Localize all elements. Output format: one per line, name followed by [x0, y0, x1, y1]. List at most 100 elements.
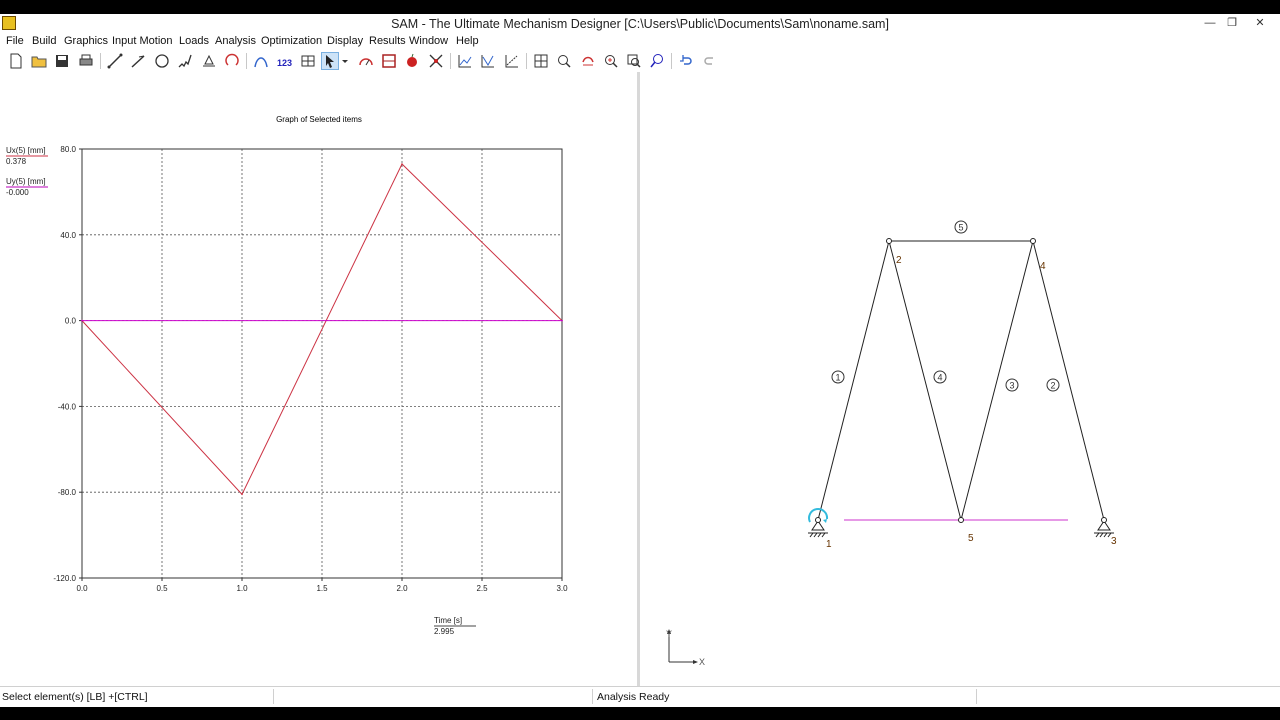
- axis-x-label: X: [699, 657, 705, 667]
- svg-text:3: 3: [1009, 381, 1014, 391]
- node-2[interactable]: [886, 238, 892, 244]
- menu-loads[interactable]: Loads: [179, 35, 209, 47]
- graph-pane[interactable]: Graph of Selected items Ux(5) [mm] 0.378…: [0, 72, 638, 686]
- grid-icon[interactable]: [299, 52, 317, 70]
- element-label-1: 1: [831, 370, 845, 384]
- support-node-1[interactable]: [808, 520, 828, 538]
- open-folder-icon[interactable]: [30, 52, 48, 70]
- zoom-window-icon[interactable]: [625, 52, 643, 70]
- apple-icon[interactable]: [403, 52, 421, 70]
- element-label-3: 3: [1005, 378, 1019, 392]
- mechanism-canvas: 1 2 3 4 5 5 1 4 3 2 Y X: [666, 220, 1117, 667]
- node-1[interactable]: [815, 517, 821, 523]
- support-icon[interactable]: [200, 52, 218, 70]
- legend-value-ux: 0.378: [6, 157, 27, 166]
- y-tick-label: 80.0: [60, 145, 76, 154]
- node-label-1: 1: [826, 539, 832, 550]
- menu-analysis[interactable]: Analysis: [215, 35, 256, 47]
- y-tick-label: -80.0: [58, 488, 77, 497]
- menu-build[interactable]: Build: [32, 35, 56, 47]
- status-analysis: Analysis Ready: [597, 691, 670, 703]
- element-4[interactable]: [888, 240, 962, 521]
- x-readout: Time [s] 2.995: [434, 616, 476, 636]
- x-tick-label: 0.5: [156, 584, 168, 593]
- zoom-in-icon[interactable]: [602, 52, 620, 70]
- dropdown-icon[interactable]: [340, 52, 350, 70]
- menu-graphics[interactable]: Graphics: [64, 35, 108, 47]
- svg-text:123: 123: [277, 58, 292, 68]
- new-file-icon[interactable]: [7, 52, 25, 70]
- menu-file[interactable]: File: [6, 35, 24, 47]
- data-point: [561, 319, 563, 322]
- node-label-5: 5: [968, 533, 974, 544]
- status-hint: Select element(s) [LB] +[CTRL]: [2, 691, 148, 703]
- spring-element-icon[interactable]: [176, 52, 194, 70]
- node-5[interactable]: [958, 517, 964, 523]
- svg-text:4: 4: [937, 373, 942, 383]
- app-window: SAM - The Ultimate Mechanism Designer [C…: [0, 14, 1280, 707]
- node-label-4: 4: [1040, 261, 1046, 272]
- undo-icon[interactable]: [677, 52, 695, 70]
- menu-help[interactable]: Help: [456, 35, 479, 47]
- windmill-icon[interactable]: [427, 52, 445, 70]
- zoom-all-icon[interactable]: [648, 52, 666, 70]
- svg-text:2: 2: [1050, 381, 1055, 391]
- line-element-icon[interactable]: [106, 52, 124, 70]
- window-title: SAM - The Ultimate Mechanism Designer [C…: [391, 17, 889, 31]
- title-bar: SAM - The Ultimate Mechanism Designer [C…: [0, 14, 1280, 35]
- y-tick-label: -120.0: [53, 574, 76, 583]
- element-label-5: 5: [954, 220, 968, 234]
- chart-title: Graph of Selected items: [276, 115, 362, 124]
- restore-button[interactable]: ❐: [1218, 14, 1246, 33]
- zoom-out-icon[interactable]: [555, 52, 573, 70]
- toolbar: 123: [0, 50, 1280, 73]
- y-tick-label: -40.0: [58, 402, 77, 411]
- element-2[interactable]: [1032, 240, 1105, 521]
- axis-y-label: Y: [666, 629, 672, 639]
- menu-input-motion[interactable]: Input Motion: [112, 35, 173, 47]
- node-3[interactable]: [1101, 517, 1107, 523]
- redo-icon[interactable]: [701, 52, 719, 70]
- speedometer-icon[interactable]: [357, 52, 375, 70]
- graph-icon[interactable]: [456, 52, 474, 70]
- data-point: [401, 163, 403, 165]
- close-button[interactable]: ✕: [1246, 14, 1274, 33]
- menu-results[interactable]: Results: [369, 35, 406, 47]
- x-tick-label: 1.5: [316, 584, 328, 593]
- numbering-icon[interactable]: 123: [275, 52, 293, 70]
- menu-optimization[interactable]: Optimization: [261, 35, 322, 47]
- node-4[interactable]: [1030, 238, 1036, 244]
- node-label-2: 2: [896, 255, 902, 266]
- pan-icon[interactable]: [579, 52, 597, 70]
- graph-chart: Graph of Selected items Ux(5) [mm] 0.378…: [6, 115, 568, 636]
- element-3[interactable]: [960, 240, 1034, 521]
- menu-bar: File Build Graphics Input Motion Loads A…: [0, 35, 1280, 49]
- graph-legend: Ux(5) [mm] 0.378 Uy(5) [mm] -0.000: [6, 146, 48, 197]
- chart-axes: 0.0 0.5 1.0 1.5 2.0 2.5 3.0 80.0 40.0 0.0 -40.0 -80…: [53, 145, 568, 593]
- x-tick-label: 1.0: [236, 584, 248, 593]
- menu-display[interactable]: Display: [327, 35, 363, 47]
- element-icon[interactable]: [129, 52, 147, 70]
- rotate-input-icon[interactable]: [223, 52, 241, 70]
- support-node-3[interactable]: [1094, 520, 1114, 538]
- status-bar: Select element(s) [LB] +[CTRL] Analysis …: [0, 686, 1280, 707]
- mechanism-pane[interactable]: 1 2 3 4 5 5 1 4 3 2 Y X: [640, 72, 1280, 686]
- element-label-4: 4: [933, 370, 947, 384]
- graph-grid-icon[interactable]: [479, 52, 497, 70]
- bezier-icon[interactable]: [252, 52, 270, 70]
- fit-frame-icon[interactable]: [532, 52, 550, 70]
- element-label-2: 2: [1046, 378, 1060, 392]
- element-1[interactable]: [817, 240, 890, 521]
- select-arrow-icon[interactable]: [321, 52, 339, 70]
- circle-element-icon[interactable]: [153, 52, 171, 70]
- graph-dashed-icon[interactable]: [503, 52, 521, 70]
- svg-text:5: 5: [958, 223, 963, 233]
- film-icon[interactable]: [380, 52, 398, 70]
- x-tick-label: 2.0: [396, 584, 408, 593]
- legend-label-ux[interactable]: Ux(5) [mm]: [6, 146, 46, 155]
- x-tick-label: 3.0: [556, 584, 568, 593]
- print-icon[interactable]: [77, 52, 95, 70]
- legend-label-uy[interactable]: Uy(5) [mm]: [6, 177, 46, 186]
- menu-window[interactable]: Window: [409, 35, 448, 47]
- save-icon[interactable]: [53, 52, 71, 70]
